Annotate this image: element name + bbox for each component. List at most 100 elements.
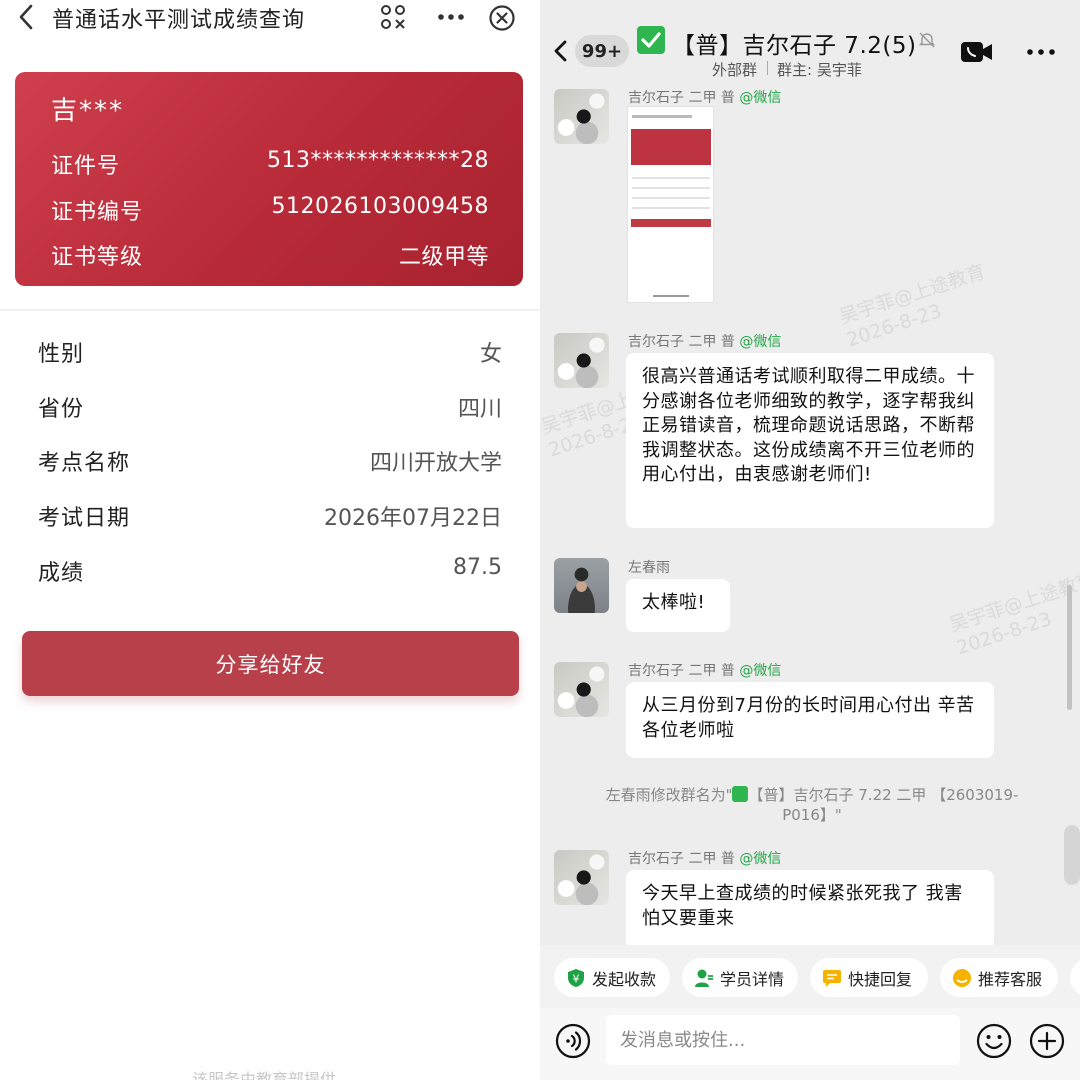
header-separator [767, 61, 768, 75]
info-row-gender: 性别 女 [38, 336, 502, 372]
message-sender: 吉尔石子 二甲 普 @微信 [628, 334, 782, 350]
external-group-label: 外部群 [712, 61, 758, 79]
chat-header: 99+ 【普】吉尔石子 7.2(5) 外部群 群主: 吴宇菲 [540, 0, 1080, 80]
info-row-province: 省份 四川 [38, 391, 502, 427]
more-dots-icon [438, 14, 464, 20]
emoji-icon [976, 1023, 1012, 1059]
plus-icon [1029, 1023, 1065, 1059]
score-query-page: 普通话水平测试成绩查询 吉*** 证件号 513*************28 … [0, 0, 540, 1080]
card-label: 证件号 [51, 154, 121, 179]
system-message: 左春雨修改群名为" 【普】吉尔石子 7.22 二甲 【2603019-P016】" [605, 786, 1019, 824]
info-value: 女 [479, 342, 502, 367]
info-row-test-date: 考试日期 2026年07月22日 [38, 500, 502, 536]
chat-title: 【普】吉尔石子 7.2(5) [672, 26, 916, 60]
avatar[interactable] [554, 850, 609, 905]
info-label: 成绩 [38, 561, 85, 586]
close-icon [489, 5, 515, 31]
video-call-icon [961, 42, 992, 62]
quick-action-quick-reply[interactable]: 快捷回复 [810, 958, 928, 997]
back-button[interactable] [550, 36, 572, 66]
watermark: 吴宇菲@上途教育 2026-8-23 [836, 260, 988, 352]
top-nav-bar: 普通话水平测试成绩查询 [0, 0, 540, 36]
emoji-button[interactable] [976, 1023, 1012, 1059]
chevron-left-icon [554, 40, 567, 62]
card-row-id-number: 证件号 513*************28 [51, 148, 489, 182]
customer-service-icon [953, 968, 971, 987]
message-bubble[interactable]: 太棒啦! [626, 579, 730, 632]
quick-reply-icon [823, 969, 841, 987]
message-input[interactable] [606, 1015, 960, 1065]
quick-action-label: 推荐客服 [978, 969, 1043, 989]
info-label: 省份 [38, 397, 85, 422]
avatar[interactable] [554, 558, 609, 613]
message-bubble[interactable]: 很高兴普通话考试顺利取得二甲成绩。十分感谢各位老师细致的教学，逐字帮我纠正易错读… [626, 353, 994, 528]
more-actions-button[interactable] [1029, 1023, 1065, 1059]
scan-icon [381, 5, 405, 29]
back-button[interactable] [14, 2, 40, 32]
student-icon [695, 969, 713, 987]
side-drag-handle[interactable] [1064, 825, 1080, 885]
info-row-score: 成绩 87.5 [38, 555, 502, 591]
quick-action-more[interactable] [1070, 958, 1080, 997]
member-count: (5) [882, 33, 917, 59]
message-sender: 吉尔石子 二甲 普 @微信 [628, 90, 782, 106]
close-button[interactable] [488, 4, 516, 32]
image-message[interactable] [627, 106, 714, 303]
info-label: 考点名称 [38, 451, 131, 476]
mute-bell-icon [918, 31, 936, 49]
green-check-icon [732, 786, 749, 802]
chevron-left-icon [19, 4, 33, 30]
page-title: 普通话水平测试成绩查询 [52, 8, 306, 33]
group-name: 【普】吉尔石子 7.2 [672, 33, 883, 59]
candidate-name: 吉*** [51, 96, 125, 126]
svg-text:¥: ¥ [573, 972, 580, 985]
more-button[interactable] [1026, 44, 1056, 58]
message-sender: 吉尔石子 二甲 普 @微信 [628, 663, 782, 679]
quick-action-label: 快捷回复 [848, 969, 913, 989]
info-value: 87.5 [453, 555, 502, 580]
message-sender: 左春雨 [628, 560, 670, 576]
card-row-certificate-level: 证书等级 二级甲等 [51, 239, 489, 273]
more-dots-icon [1027, 49, 1055, 55]
info-value: 四川 [457, 397, 502, 422]
group-owner-label: 群主: 吴宇菲 [777, 61, 862, 79]
message-bubble[interactable]: 今天早上查成绩的时候紧张死我了 我害怕又要重来 [626, 870, 994, 950]
voice-icon [555, 1023, 591, 1059]
quick-action-recommend-service[interactable]: 推荐客服 [940, 958, 1058, 997]
more-button[interactable] [436, 4, 466, 30]
quick-action-label: 学员详情 [720, 969, 785, 989]
avatar[interactable] [554, 89, 609, 144]
certificate-card: 吉*** 证件号 513*************28 证书编号 5120261… [15, 72, 523, 286]
message-input-bar [540, 1008, 1080, 1080]
video-call-button[interactable] [960, 40, 994, 64]
card-label: 证书编号 [51, 200, 144, 225]
info-label: 考试日期 [38, 506, 131, 531]
card-row-certificate-number: 证书编号 512026103009458 [51, 194, 489, 228]
message-sender: 吉尔石子 二甲 普 @微信 [628, 851, 782, 867]
quick-action-student[interactable]: 学员详情 [682, 958, 798, 997]
section-divider [0, 309, 540, 311]
info-row-test-center: 考点名称 四川开放大学 [38, 445, 502, 481]
card-value: 512026103009458 [271, 194, 489, 219]
payment-icon: ¥ [568, 968, 584, 987]
green-check-icon [637, 26, 665, 54]
card-label: 证书等级 [51, 245, 144, 270]
footer-note: 该服务由教育部提供 [192, 1070, 337, 1080]
info-value: 2026年07月22日 [324, 506, 502, 531]
quick-action-label: 发起收款 [592, 969, 657, 989]
unread-badge[interactable]: 99+ [575, 35, 629, 67]
group-chat-page: 吴宇菲@上途教育 2026-8-23 吴宇菲@上途教育 2026-8-23 吴宇菲@… [540, 0, 1080, 1080]
avatar[interactable] [554, 662, 609, 717]
card-value: 二级甲等 [398, 245, 489, 270]
info-label: 性别 [38, 342, 85, 367]
quick-action-payment[interactable]: ¥ 发起收款 [554, 958, 670, 997]
share-button[interactable]: 分享给好友 [22, 631, 519, 696]
voice-button[interactable] [555, 1023, 591, 1059]
quick-action-bar: ¥ 发起收款 学员详情 快捷回复 推荐客服 [540, 945, 1080, 1008]
watermark: 吴宇菲@上途教育 2026-8-23 [946, 568, 1080, 660]
scan-button[interactable] [380, 4, 406, 30]
avatar[interactable] [554, 333, 609, 388]
scrollbar[interactable] [1067, 585, 1072, 710]
info-value: 四川开放大学 [369, 451, 502, 476]
message-bubble[interactable]: 从三月份到7月份的长时间用心付出 辛苦各位老师啦 [626, 682, 994, 758]
